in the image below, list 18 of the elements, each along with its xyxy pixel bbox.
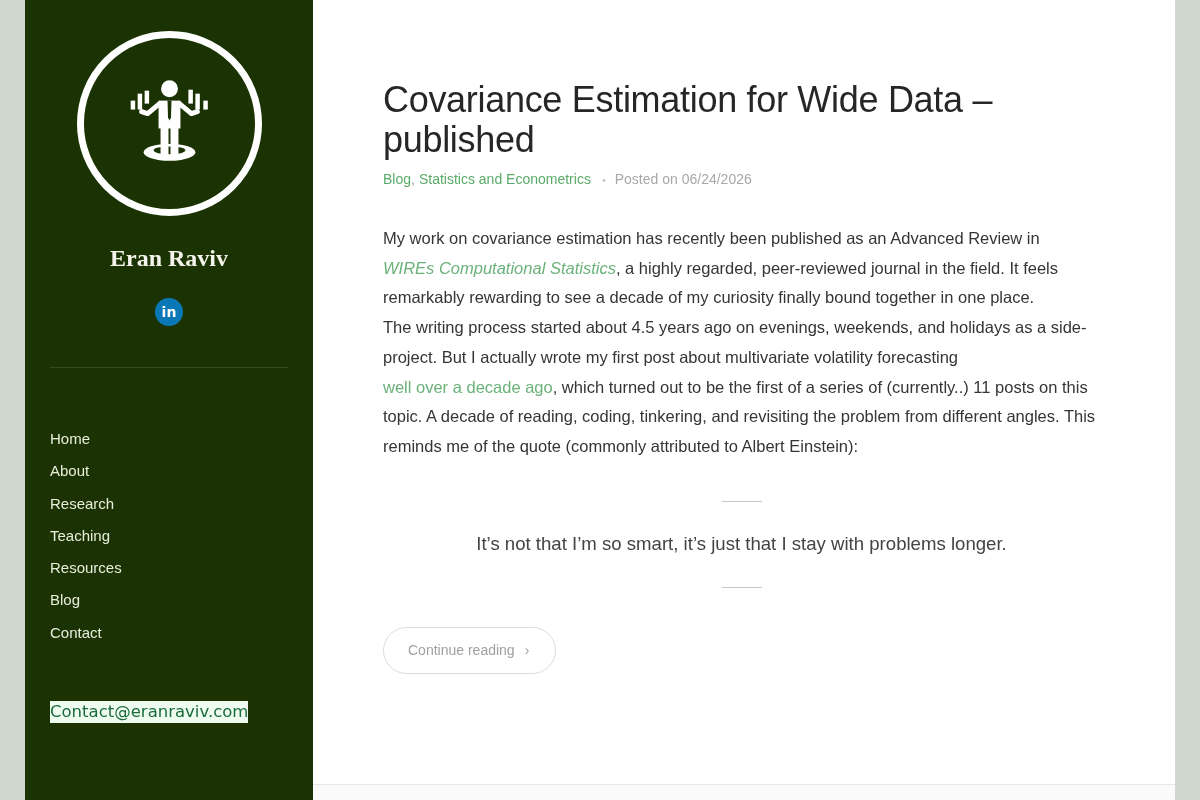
post-date: Posted on 06/24/2026 bbox=[614, 170, 752, 189]
body-paragraph: The writing process started about 4.5 years ago on evenings, weekends, and holidays as a side-project. But I actually wrote my first post about multivariate volatility forecasting well over a decade ago, which turned out to be the first of a series of (currently..) 11 posts on this topic. A decade of reading, coding, tinkering, and revisiting the problem from different angles. This reminds me of the quote (commonly attributed to Albert Einstein): bbox=[383, 317, 1097, 457]
quote-text: It’s not that I’m so smart, it’s just that I stay with problems longer. bbox=[476, 531, 1007, 556]
site-title: Eran Raviv bbox=[110, 244, 228, 273]
social-profile-link[interactable]: in bbox=[155, 298, 183, 326]
nav-link[interactable]: Resources bbox=[50, 558, 122, 579]
nav-link[interactable]: Teaching bbox=[50, 525, 111, 546]
body-paragraph: My work on covariance estimation has recently been published as an Advanced Review in WIREs Computational Statistics, a highly regarded, peer-reviewed journal in the field. It feels remarkably rewarding to see a decade of my curiosity finally bound together in one place. bbox=[383, 228, 1059, 309]
nav-link[interactable]: Blog bbox=[50, 590, 81, 611]
nav-link[interactable]: Research bbox=[50, 493, 115, 514]
category-separator: , bbox=[411, 170, 415, 189]
post-title: Covariance Estimation for Wide Data – published bbox=[383, 80, 994, 160]
nav-link[interactable]: About bbox=[50, 461, 90, 482]
email-link[interactable]: Contact@eranraviv.com bbox=[50, 700, 249, 723]
person-charts-logo-icon bbox=[75, 30, 263, 217]
meta-separator: • bbox=[601, 173, 606, 188]
nav-link[interactable]: Home bbox=[50, 429, 90, 449]
nav-link[interactable]: Contact bbox=[50, 622, 102, 643]
